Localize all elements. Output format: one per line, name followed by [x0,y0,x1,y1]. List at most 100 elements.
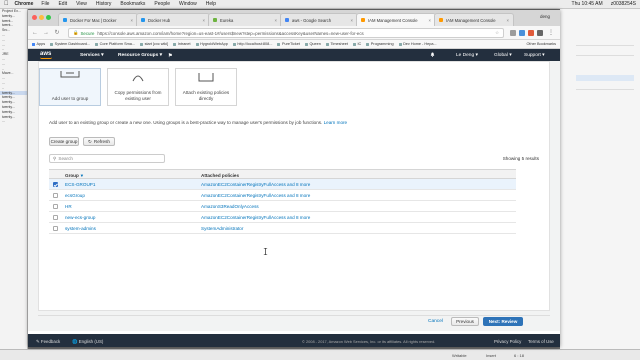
menu-help[interactable]: Help [206,1,216,7]
close-tab-icon[interactable]: × [203,18,205,23]
row-checkbox[interactable] [53,204,58,209]
policies-link[interactable]: AmazonEC2ContainerRegistryFullAccess and… [201,215,310,220]
policies-link[interactable]: AmazonEC2ContainerRegistryFullAccess and… [201,182,310,187]
account-menu[interactable]: Le Deng ▾ [456,53,478,58]
bookmark-item[interactable]: System Dashboard... [50,42,90,46]
bookmark-item[interactable]: IC [352,42,361,46]
apple-icon[interactable]:  [4,1,9,7]
policies-link[interactable]: AmazonS3ReadOnlyAccess [201,204,259,209]
services-menu[interactable]: Services ▾ [80,53,104,58]
column-attached-policies[interactable]: Attached policies [201,173,239,178]
profile-name[interactable]: deng [540,14,550,19]
minimize-window-icon[interactable] [39,15,44,20]
bookmark-item[interactable]: Core Platform Sma... [95,42,135,46]
tab-eureka[interactable]: Eureka × [208,13,282,26]
ide-editor-area[interactable] [560,9,640,360]
table-row[interactable]: new-ecs-group AmazonEC2ContainerRegistry… [49,212,516,223]
support-menu[interactable]: Support ▾ [524,53,545,58]
menu-history[interactable]: History [96,1,112,7]
tab-iam-console-active[interactable]: IAM Management Console × [356,13,436,26]
previous-button[interactable]: Previous [451,317,479,326]
policies-link[interactable]: AmazonEC2ContainerRegistryFullAccess and… [201,193,310,198]
menubar-clock[interactable]: Thu 10:45 AM [572,1,603,7]
close-tab-icon[interactable]: × [275,18,277,23]
group-name-link[interactable]: ECS-GROUP1 [65,182,95,187]
region-menu[interactable]: Global ▾ [494,53,512,58]
extension-icon[interactable] [510,30,516,36]
language-selector[interactable]: 🌐 English (US) [72,339,103,345]
bookmark-item[interactable]: start [cxc wiki] [140,42,168,46]
row-checkbox[interactable] [53,182,58,187]
extension-icon[interactable] [537,30,543,36]
feedback-link[interactable]: ✎ Feedback [36,339,60,345]
bookmark-item[interactable]: Timesheet [325,42,348,46]
terms-of-use-link[interactable]: Terms of Use [528,339,554,344]
menu-file[interactable]: File [41,1,49,7]
option-copy-permissions[interactable]: Copy permissions from existing user [107,68,169,106]
privacy-policy-link[interactable]: Privacy Policy [494,339,521,344]
create-group-button[interactable]: Create group [49,137,79,146]
search-input[interactable]: ⚲ Search [49,154,165,163]
menu-edit[interactable]: Edit [58,1,67,7]
extension-icon[interactable] [528,30,534,36]
menubar-user[interactable]: z0038254S [611,1,636,7]
menu-window[interactable]: Window [179,1,197,7]
bookmark-item[interactable]: Queen [304,42,321,46]
learn-more-link[interactable]: Learn more [324,120,348,125]
refresh-button[interactable]: ↻ Refresh [83,137,115,146]
option-attach-policies[interactable]: Attach existing policies directly [175,68,237,106]
menu-app-name[interactable]: Chrome [15,1,34,7]
bookmark-apps[interactable]: Apps [32,42,45,46]
table-row[interactable]: system-admins SystemAdministrator [49,223,516,234]
groups-table: Group ▾ Attached policies ECS-GROUP1 Amaz… [49,169,516,234]
close-tab-icon[interactable]: × [351,18,353,23]
address-bar[interactable]: 🔒 Secure https://console.aws.amazon.com/… [68,28,504,38]
group-name-link[interactable]: HR [65,204,72,209]
bookmark-star-icon[interactable]: ☆ [495,30,499,36]
back-icon[interactable]: ← [31,29,39,37]
group-name-link[interactable]: ecsGroup [65,193,85,198]
cancel-link[interactable]: Cancel [428,319,443,324]
tab-docker-for-mac[interactable]: Docker For Mac | Docker × [58,13,138,26]
pin-icon[interactable]: ⚑ [168,53,172,59]
close-tab-icon[interactable]: × [507,18,509,23]
close-tab-icon[interactable]: × [131,18,133,23]
bookmark-item[interactable]: Intranet [173,42,191,46]
group-name-link[interactable]: system-admins [65,226,96,231]
row-checkbox[interactable] [53,226,58,231]
policies-link[interactable]: SystemAdministrator [201,226,243,231]
bookmark-item[interactable]: Programming [366,42,394,46]
menu-people[interactable]: People [154,1,170,7]
option-add-user-to-group[interactable]: Add user to group [39,68,101,106]
bookmark-item[interactable]: PureTicket [277,42,300,46]
row-checkbox[interactable] [53,215,58,220]
tab-google-search[interactable]: aws - Google Search × [280,13,358,26]
bell-icon[interactable] [430,52,435,57]
next-review-button[interactable]: Next: Review [483,317,523,326]
close-window-icon[interactable] [32,15,37,20]
row-checkbox[interactable] [53,193,58,198]
bookmark-item[interactable]: Dev Home - Hepa... [398,42,437,46]
bookmark-item[interactable]: http://localhost:808... [232,42,272,46]
table-row[interactable]: ecsGroup AmazonEC2ContainerRegistryFullA… [49,190,516,201]
url-text[interactable]: https://console.aws.amazon.com/iam/home?… [97,31,363,36]
reload-icon[interactable]: ↻ [53,29,61,37]
group-name-link[interactable]: new-ecs-group [65,215,95,220]
ide-tree-row[interactable]: ... [0,119,27,124]
table-row[interactable]: ECS-GROUP1 AmazonEC2ContainerRegistryFul… [49,179,516,190]
menu-kebab-icon[interactable]: ⋮ [548,30,554,36]
table-row[interactable]: HR AmazonS3ReadOnlyAccess [49,201,516,212]
column-group[interactable]: Group ▾ [65,173,83,179]
bookmark-item[interactable]: HygroIdWebApp [195,42,228,46]
close-tab-icon[interactable]: × [429,18,431,23]
tab-docker-hub[interactable]: Docker Hub × [136,13,210,26]
tab-iam-console[interactable]: IAM Management Console × [434,13,514,26]
extension-icon[interactable] [519,30,525,36]
menu-view[interactable]: View [76,1,87,7]
menu-bookmarks[interactable]: Bookmarks [120,1,145,7]
bookmark-icon [195,42,199,46]
other-bookmarks[interactable]: Other Bookmarks [526,42,556,46]
resource-groups-menu[interactable]: Resource Groups ▾ [118,53,162,58]
forward-icon[interactable]: → [42,29,50,37]
maximize-window-icon[interactable] [46,15,51,20]
